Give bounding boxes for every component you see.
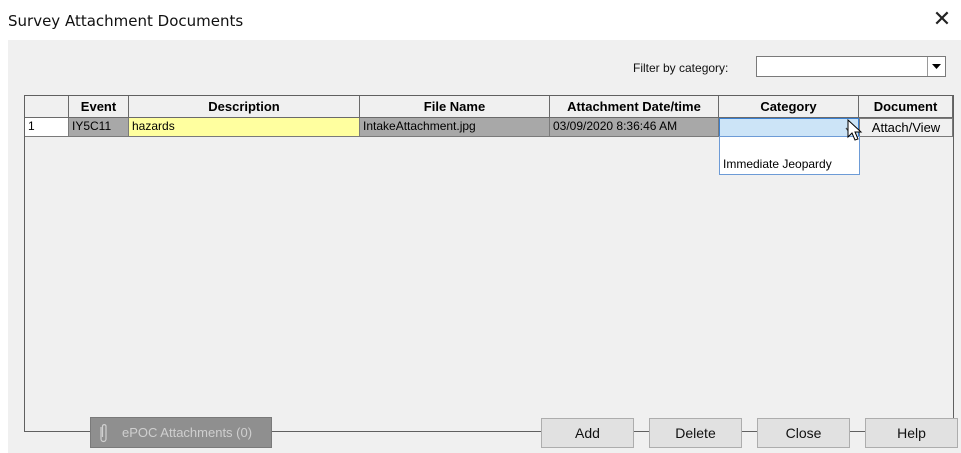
mouse-pointer-icon <box>847 119 863 141</box>
attach-view-button[interactable]: Attach/View <box>859 118 953 137</box>
filter-category-select[interactable] <box>756 56 946 77</box>
category-dropdown-list[interactable]: Immediate Jeopardy <box>719 136 860 175</box>
cell-file-name[interactable]: IntakeAttachment.jpg <box>360 118 550 137</box>
dialog-body: Filter by category: Event Description Fi… <box>8 40 961 453</box>
dropdown-arrow-icon[interactable] <box>927 57 945 76</box>
header-description[interactable]: Description <box>129 96 360 118</box>
close-icon[interactable]: ✕ <box>929 8 955 30</box>
window-title: Survey Attachment Documents <box>8 12 244 30</box>
row-number[interactable]: 1 <box>25 118 69 137</box>
epoc-attachments-label: ePOC Attachments (0) <box>122 425 253 440</box>
add-button[interactable]: Add <box>541 418 634 448</box>
header-row-number <box>25 96 69 118</box>
cell-description[interactable]: hazards <box>129 118 360 137</box>
cell-attachment-datetime[interactable]: 03/09/2020 8:36:46 AM <box>550 118 719 137</box>
filter-label: Filter by category: <box>633 61 729 75</box>
title-bar: Survey Attachment Documents ✕ <box>0 0 961 40</box>
paperclip-icon <box>100 423 107 442</box>
header-document[interactable]: Document <box>859 96 953 118</box>
delete-button[interactable]: Delete <box>649 418 742 448</box>
attachments-table: Event Description File Name Attachment D… <box>24 95 954 432</box>
header-category[interactable]: Category <box>719 96 859 118</box>
cell-category-combo[interactable] <box>719 118 859 137</box>
cell-event[interactable]: IY5C11 <box>69 118 129 137</box>
header-file-name[interactable]: File Name <box>360 96 550 118</box>
category-option-immediate-jeopardy[interactable]: Immediate Jeopardy <box>723 157 832 171</box>
epoc-attachments-button: ePOC Attachments (0) <box>90 417 272 448</box>
close-button[interactable]: Close <box>757 418 850 448</box>
header-event[interactable]: Event <box>69 96 129 118</box>
help-button[interactable]: Help <box>865 418 958 448</box>
header-attachment-datetime[interactable]: Attachment Date/time <box>550 96 719 118</box>
